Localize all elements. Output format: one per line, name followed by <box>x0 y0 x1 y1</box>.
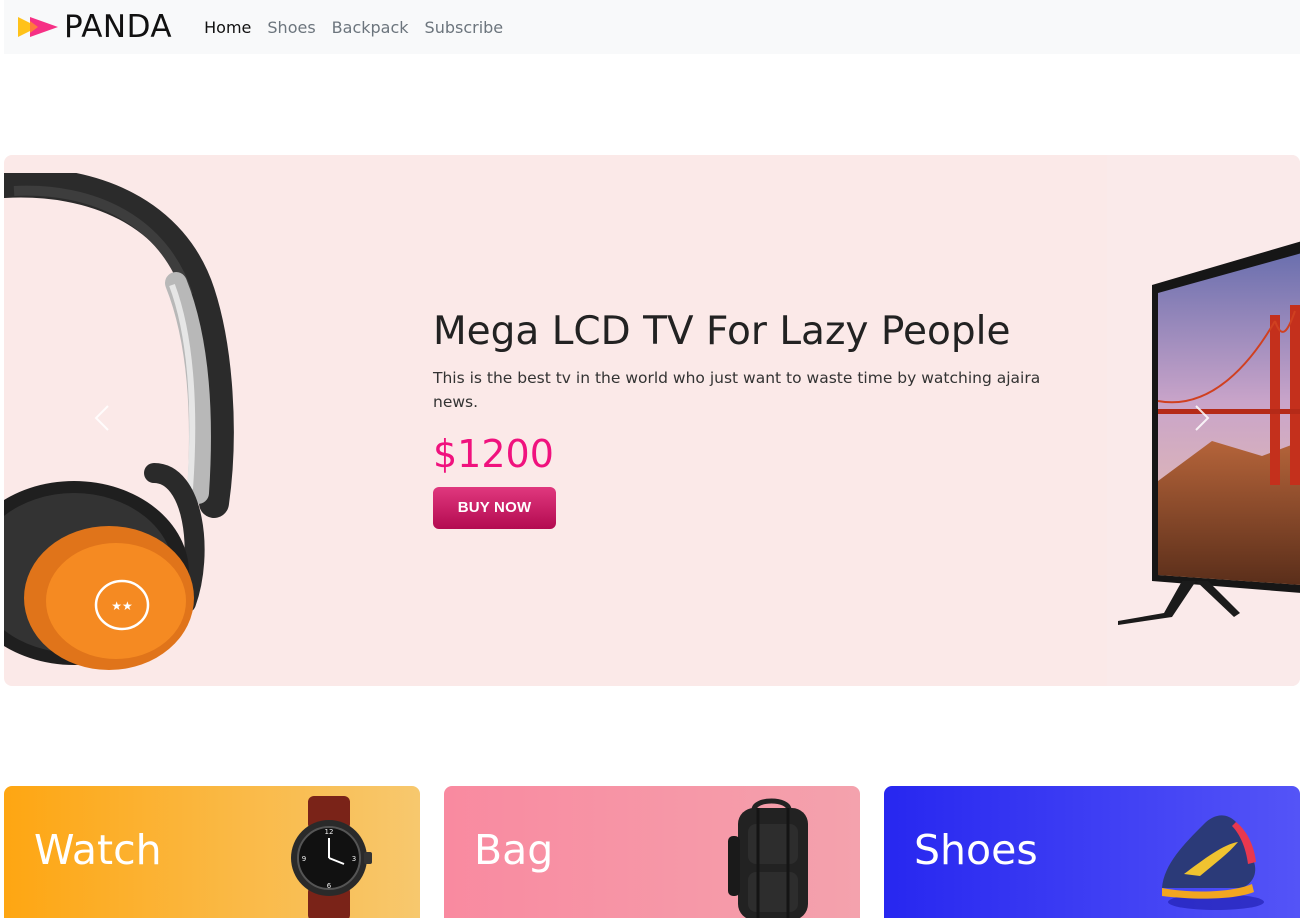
category-title: Watch <box>34 826 162 874</box>
brand-name: PANDA <box>64 9 173 45</box>
slide-price: $1200 <box>433 431 554 476</box>
svg-text:3: 3 <box>352 855 356 863</box>
slide-title: Mega LCD TV For Lazy People <box>433 309 1011 354</box>
panda-logo-icon <box>18 17 58 37</box>
category-card-shoes[interactable]: Shoes <box>884 786 1300 918</box>
category-card-bag[interactable]: Bag <box>444 786 860 918</box>
hero-carousel: ★★ Mega LCD TV For Lazy People This is t… <box>4 155 1300 686</box>
chevron-right-icon[interactable] <box>1190 403 1214 433</box>
backpack-icon <box>728 798 808 918</box>
nav-link-subscribe[interactable]: Subscribe <box>417 18 512 37</box>
chevron-left-icon[interactable] <box>90 403 114 433</box>
nav-link-backpack[interactable]: Backpack <box>324 18 417 37</box>
watch-icon: 12 6 9 3 <box>291 796 372 918</box>
nav-links: Home Shoes Backpack Subscribe <box>196 18 511 37</box>
svg-text:12: 12 <box>325 828 334 836</box>
headphone-image: ★★ <box>4 173 234 670</box>
svg-text:6: 6 <box>327 882 332 890</box>
nav-link-home[interactable]: Home <box>196 18 259 37</box>
buy-now-button[interactable]: BUY NOW <box>433 487 556 530</box>
slide-content: Mega LCD TV For Lazy People This is the … <box>433 309 1073 530</box>
svg-text:9: 9 <box>302 855 306 863</box>
svg-text:★★: ★★ <box>111 599 133 613</box>
nav-link-shoes[interactable]: Shoes <box>259 18 323 37</box>
navbar: PANDA Home Shoes Backpack Subscribe <box>4 0 1300 54</box>
category-title: Shoes <box>914 826 1038 874</box>
sneaker-icon <box>1162 815 1264 910</box>
brand[interactable]: PANDA <box>16 0 172 54</box>
category-title: Bag <box>474 826 554 874</box>
tv-image <box>1118 241 1300 625</box>
category-card-watch[interactable]: Watch 12 6 9 3 <box>4 786 420 918</box>
slide-description: This is the best tv in the world who jus… <box>433 368 1041 411</box>
